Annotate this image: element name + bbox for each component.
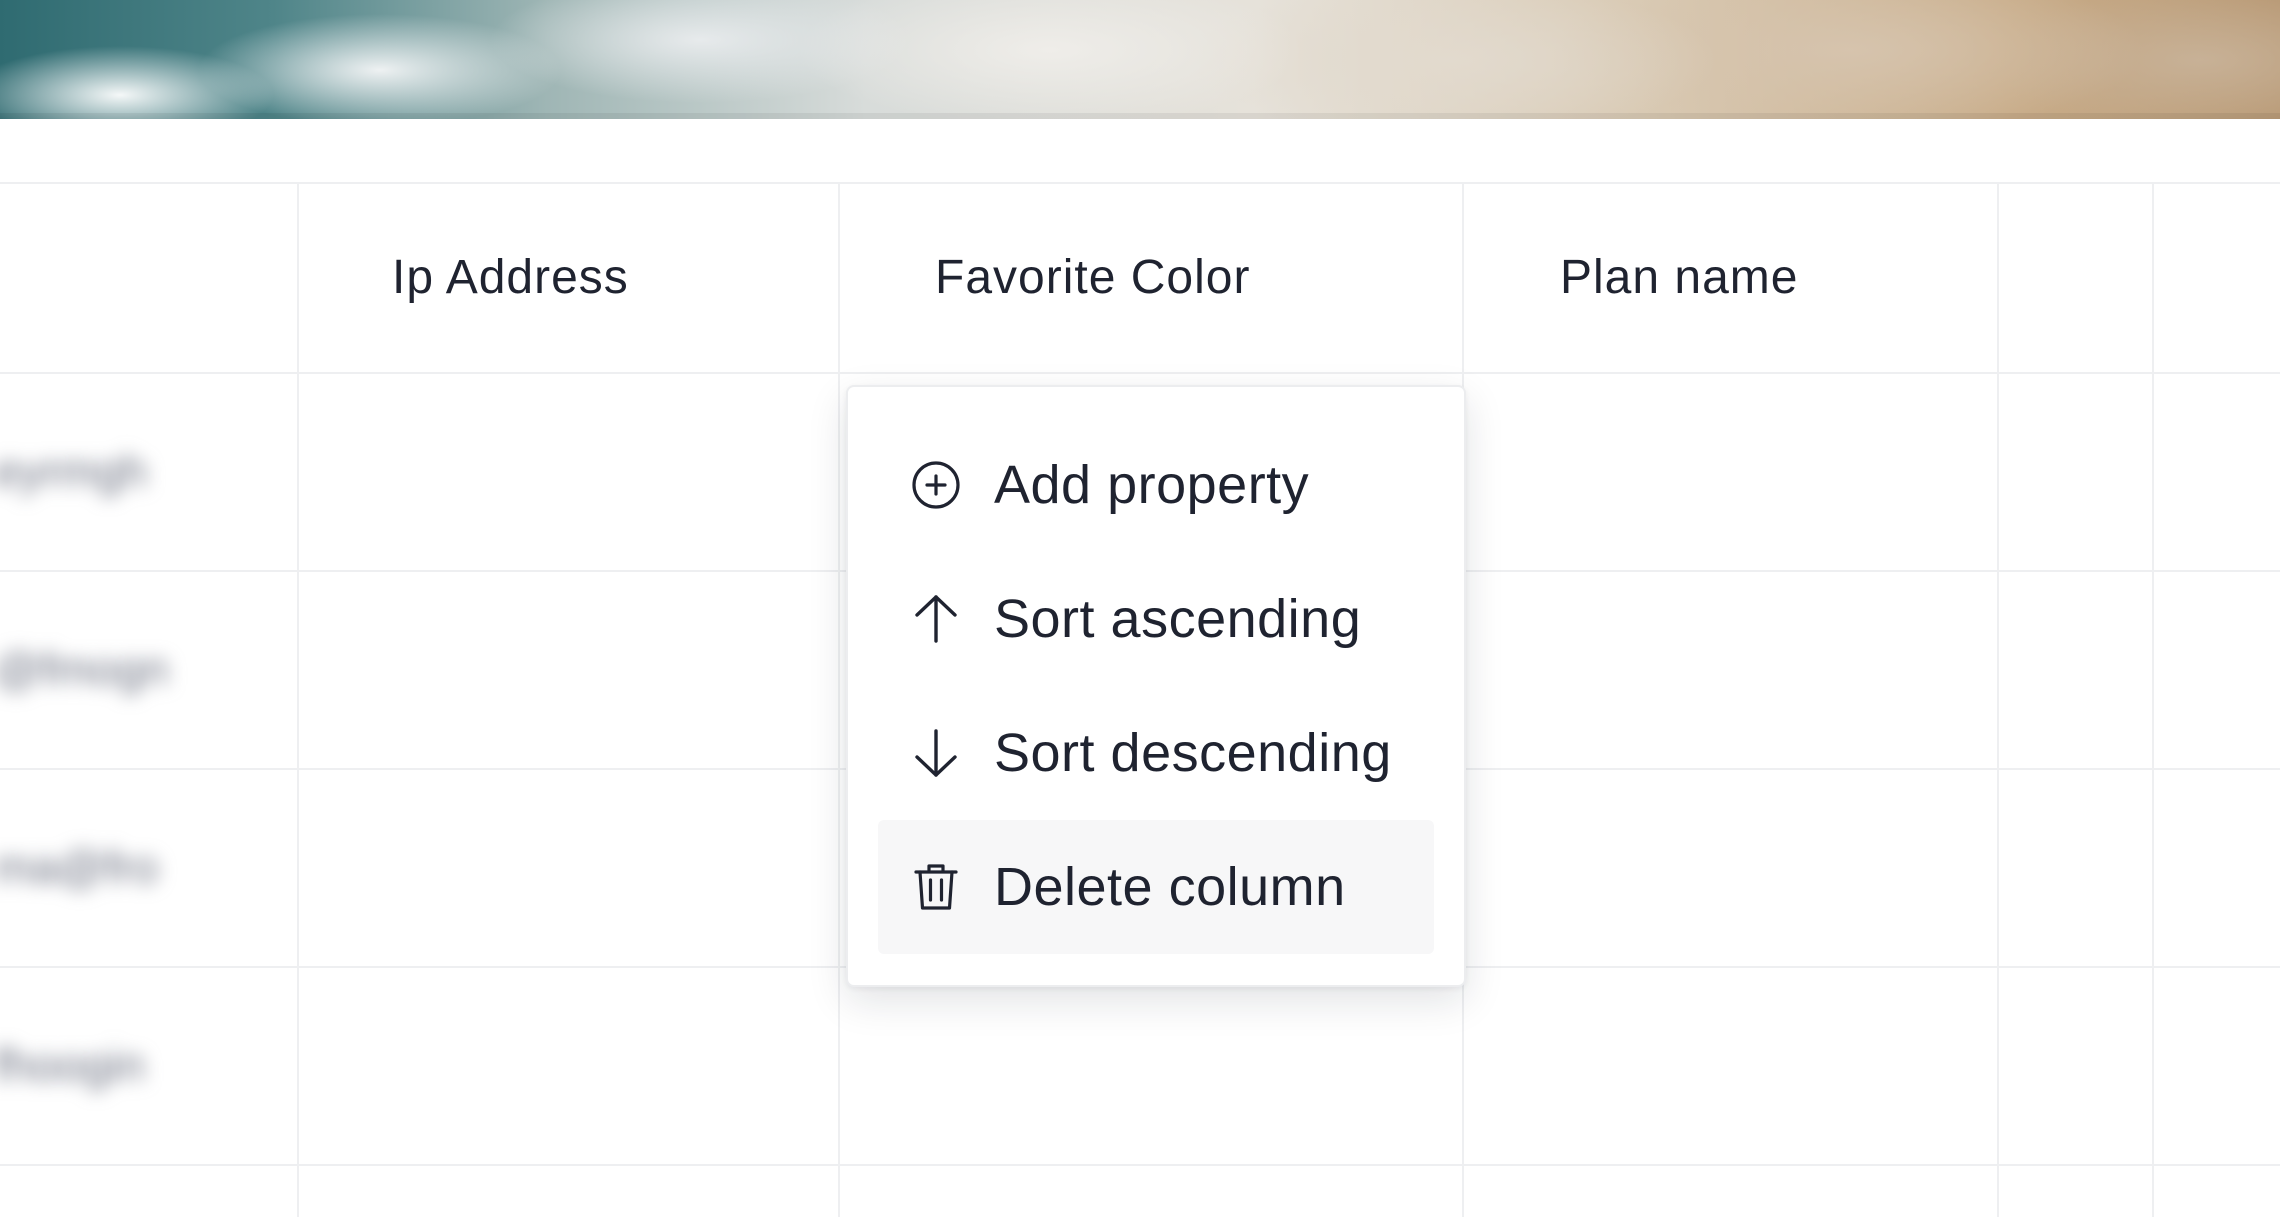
trash-icon	[910, 861, 962, 913]
column-header-label: Plan name	[1560, 250, 1799, 304]
table-cell[interactable]: eyrmgh	[0, 444, 147, 498]
row-divider	[0, 372, 2280, 374]
row-divider	[0, 1164, 2280, 1166]
column-header-favorite-color[interactable]: Favorite Color	[935, 182, 1250, 372]
table-cell[interactable]: ma@fro	[0, 840, 158, 894]
menu-item-delete-column[interactable]: Delete column	[878, 820, 1434, 954]
column-header-label: Ip Address	[392, 250, 629, 304]
menu-item-label: Sort descending	[994, 723, 1392, 783]
column-divider	[1997, 182, 1999, 1217]
menu-item-sort-ascending[interactable]: Sort ascending	[878, 552, 1434, 686]
column-context-menu: Add property Sort ascending Sort descend…	[846, 385, 1466, 987]
column-header-plan-name[interactable]: Plan name	[1560, 182, 1798, 372]
arrow-down-icon	[910, 727, 962, 779]
plus-circle-icon	[910, 459, 962, 511]
menu-item-label: Add property	[994, 455, 1310, 515]
menu-item-sort-descending[interactable]: Sort descending	[878, 686, 1434, 820]
page: Ip Address Favorite Color Plan name eyrm…	[0, 0, 2280, 1217]
column-divider	[2152, 182, 2154, 1217]
column-header-ip-address[interactable]: Ip Address	[392, 182, 629, 372]
table-cell[interactable]: @fmogn	[0, 642, 169, 696]
menu-item-label: Sort ascending	[994, 589, 1362, 649]
column-divider	[297, 182, 299, 1217]
column-divider	[838, 182, 840, 1217]
arrow-up-icon	[910, 593, 962, 645]
menu-item-add-property[interactable]: Add property	[878, 418, 1434, 552]
menu-item-label: Delete column	[994, 857, 1346, 917]
table-cell[interactable]: fhoogin	[0, 1038, 145, 1092]
column-header-label: Favorite Color	[935, 250, 1251, 304]
cover-image	[0, 0, 2280, 119]
